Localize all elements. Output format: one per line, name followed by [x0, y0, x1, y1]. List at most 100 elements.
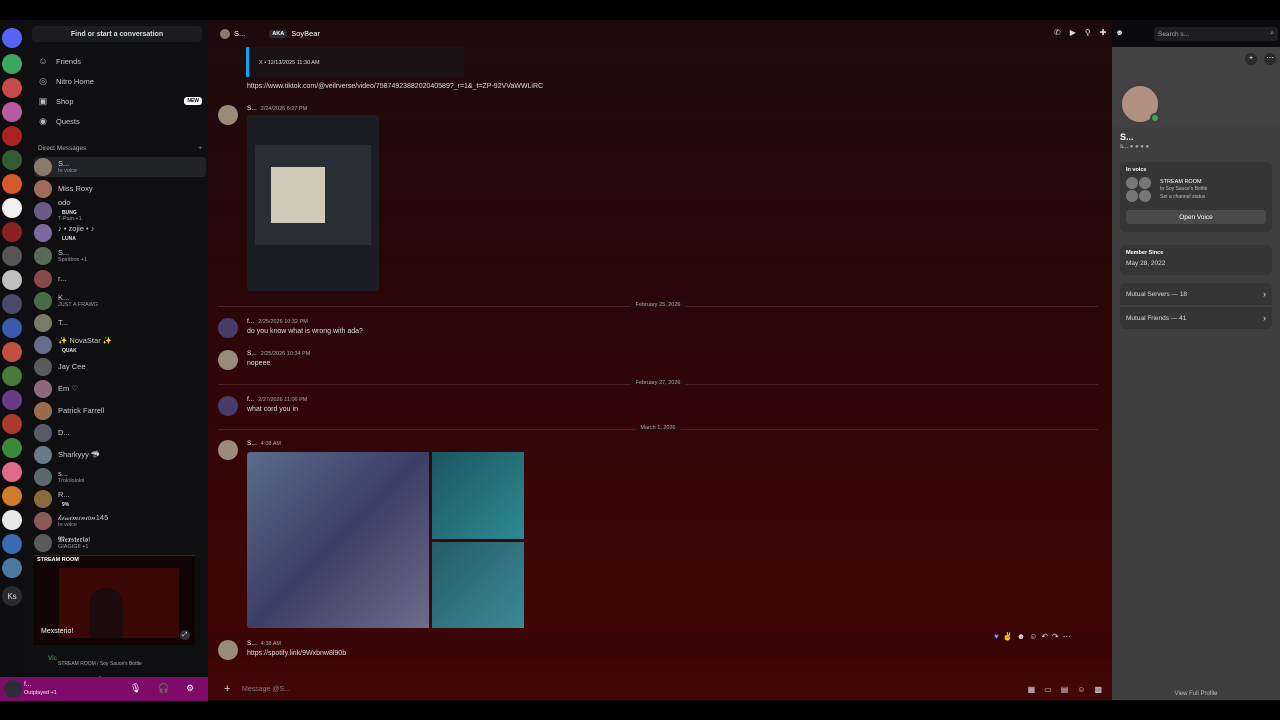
emoji-icon[interactable]: ☺	[1077, 685, 1085, 694]
profile-toggle-icon[interactable]: ☻	[1115, 28, 1123, 37]
gallery-image[interactable]	[247, 452, 429, 628]
stream-preview[interactable]: STREAM ROOM Mexsterio! ⤢	[33, 555, 195, 645]
server-icon[interactable]	[2, 558, 22, 578]
server-icon[interactable]	[2, 318, 22, 338]
channel-status[interactable]: Set a channel status	[1160, 194, 1205, 200]
phone-icon[interactable]: ✆	[1054, 28, 1061, 37]
video-call-icon[interactable]: ▶	[1070, 28, 1076, 37]
server-icon[interactable]	[2, 102, 22, 122]
dm-item[interactable]: Sharkyyy 🦈	[34, 445, 206, 465]
avatar[interactable]	[218, 350, 238, 370]
server-icon[interactable]	[2, 486, 22, 506]
gallery-image[interactable]	[432, 542, 524, 628]
server-icon[interactable]	[2, 510, 22, 530]
headphones-icon[interactable]: 🎧	[158, 683, 169, 694]
server-icon[interactable]	[2, 246, 22, 266]
server-icon[interactable]	[2, 438, 22, 458]
nav-friends[interactable]: ☺ Friends	[32, 52, 202, 70]
chat-user-name[interactable]: S...	[234, 29, 245, 38]
author[interactable]: f...	[247, 396, 254, 403]
add-friend-icon[interactable]: ✚	[1100, 28, 1107, 37]
dm-item[interactable]: Jay Cee	[34, 357, 206, 377]
dm-item[interactable]: 𝓀𝒾𝓌𝒾𝓂𝒾𝓃𝒾𝑜𝓃145 In voice	[34, 511, 206, 531]
nav-shop[interactable]: ▣ Shop NEW	[32, 92, 202, 110]
server-icon[interactable]	[2, 342, 22, 362]
reaction-icon[interactable]: ✌	[1003, 632, 1013, 641]
author[interactable]: S...	[247, 105, 257, 112]
server-icon[interactable]	[2, 462, 22, 482]
more-icon[interactable]: ⋯	[1264, 53, 1276, 65]
dm-item[interactable]: odo BUNG T-Pain +1	[34, 199, 206, 222]
dm-item[interactable]: Miss Roxy	[34, 179, 206, 199]
author[interactable]: S...	[247, 350, 257, 357]
reaction-icon[interactable]: ☻	[1017, 632, 1025, 641]
find-conversation-button[interactable]: Find or start a conversation	[32, 26, 202, 42]
server-icon[interactable]	[2, 414, 22, 434]
pin-icon[interactable]: ⚲	[1085, 28, 1091, 37]
image-attachment[interactable]	[247, 115, 379, 291]
author[interactable]: f...	[247, 318, 254, 325]
server-icon[interactable]	[2, 78, 22, 98]
avatar[interactable]	[218, 318, 238, 338]
dm-item[interactable]: ✨ NovaStar ✨ QUAK	[34, 335, 206, 355]
gift-icon[interactable]: ▦	[1028, 685, 1036, 694]
nav-quests[interactable]: ◉ Quests	[32, 112, 202, 130]
mutual-friends-button[interactable]: Mutual Friends — 41 ›	[1120, 307, 1272, 329]
server-icon[interactable]	[2, 54, 22, 74]
plus-icon[interactable]: +	[224, 683, 234, 695]
server-icon[interactable]	[2, 126, 22, 146]
search-input[interactable]: Search s... ⌕	[1154, 27, 1278, 41]
nav-nitro[interactable]: ◎ Nitro Home	[32, 72, 202, 90]
forward-icon[interactable]: ↷	[1052, 632, 1059, 641]
server-icon[interactable]	[2, 390, 22, 410]
create-dm-icon[interactable]: +	[198, 145, 202, 152]
popout-icon[interactable]: ⤢	[180, 630, 190, 640]
mutual-servers-button[interactable]: Mutual Servers — 18 ›	[1120, 283, 1272, 305]
server-icon[interactable]: Ks	[2, 586, 22, 606]
tiktok-link[interactable]: https://www.tiktok.com/@veilrverse/video…	[247, 83, 543, 90]
gallery-image[interactable]	[432, 452, 524, 539]
avatar[interactable]	[218, 105, 238, 125]
dm-item[interactable]: r...	[34, 269, 206, 289]
dm-item[interactable]: Em ♡	[34, 379, 206, 399]
dm-item[interactable]: S... Spiritbox +1	[34, 246, 206, 266]
avatar[interactable]	[4, 680, 22, 698]
more-icon[interactable]: ⋯	[1063, 632, 1071, 641]
server-icon[interactable]	[2, 198, 22, 218]
dm-item[interactable]: 𝕸𝖊𝖝𝖘𝖙𝖊𝖗𝖎𝖔! GIAGIGII +1	[34, 533, 206, 553]
dm-item[interactable]: T...	[34, 313, 206, 333]
avatar[interactable]	[218, 396, 238, 416]
open-voice-button[interactable]: Open Voice	[1126, 210, 1266, 224]
server-icon[interactable]	[2, 174, 22, 194]
add-friend-icon[interactable]: +	[1245, 53, 1257, 65]
spotify-link[interactable]: https://spotify.link/9Wxbnw8l90b	[247, 650, 346, 657]
sticker-icon[interactable]: ▤	[1061, 685, 1069, 694]
heart-reaction-icon[interactable]: ♥	[994, 632, 999, 641]
author[interactable]: S...	[247, 440, 257, 447]
home-icon[interactable]	[2, 28, 22, 48]
avatar[interactable]	[218, 640, 238, 660]
server-icon[interactable]	[2, 534, 22, 554]
view-full-profile-link[interactable]: View Full Profile	[1112, 691, 1280, 697]
apps-icon[interactable]: ▩	[1094, 685, 1102, 694]
link-embed[interactable]: X • 12/13/2025 11:30 AM	[246, 47, 464, 77]
message-composer[interactable]: + Message @S... ▦ ▭ ▤ ☺ ▩	[218, 680, 1102, 698]
dm-item[interactable]: ♪ • zojie • ♪ LUNA	[34, 223, 206, 243]
author[interactable]: S...	[247, 640, 257, 647]
composer-placeholder[interactable]: Message @S...	[242, 686, 290, 693]
server-icon[interactable]	[2, 150, 22, 170]
dm-item[interactable]: S... In voice	[34, 157, 206, 177]
server-icon[interactable]	[2, 222, 22, 242]
dm-item[interactable]: K... JUST A FRAWG	[34, 291, 206, 311]
dm-item[interactable]: s... Trololololol	[34, 467, 206, 487]
dm-item[interactable]: R... 9%	[34, 489, 206, 509]
server-icon[interactable]	[2, 294, 22, 314]
microphone-icon[interactable]: 🎙	[130, 683, 141, 694]
server-icon[interactable]	[2, 366, 22, 386]
gear-icon[interactable]: ⚙	[186, 683, 194, 694]
reply-icon[interactable]: ↶	[1041, 632, 1048, 641]
avatar[interactable]	[218, 440, 238, 460]
server-icon[interactable]	[2, 270, 22, 290]
dm-item[interactable]: Patrick Farrell	[34, 401, 206, 421]
add-reaction-icon[interactable]: ☺	[1029, 632, 1037, 641]
